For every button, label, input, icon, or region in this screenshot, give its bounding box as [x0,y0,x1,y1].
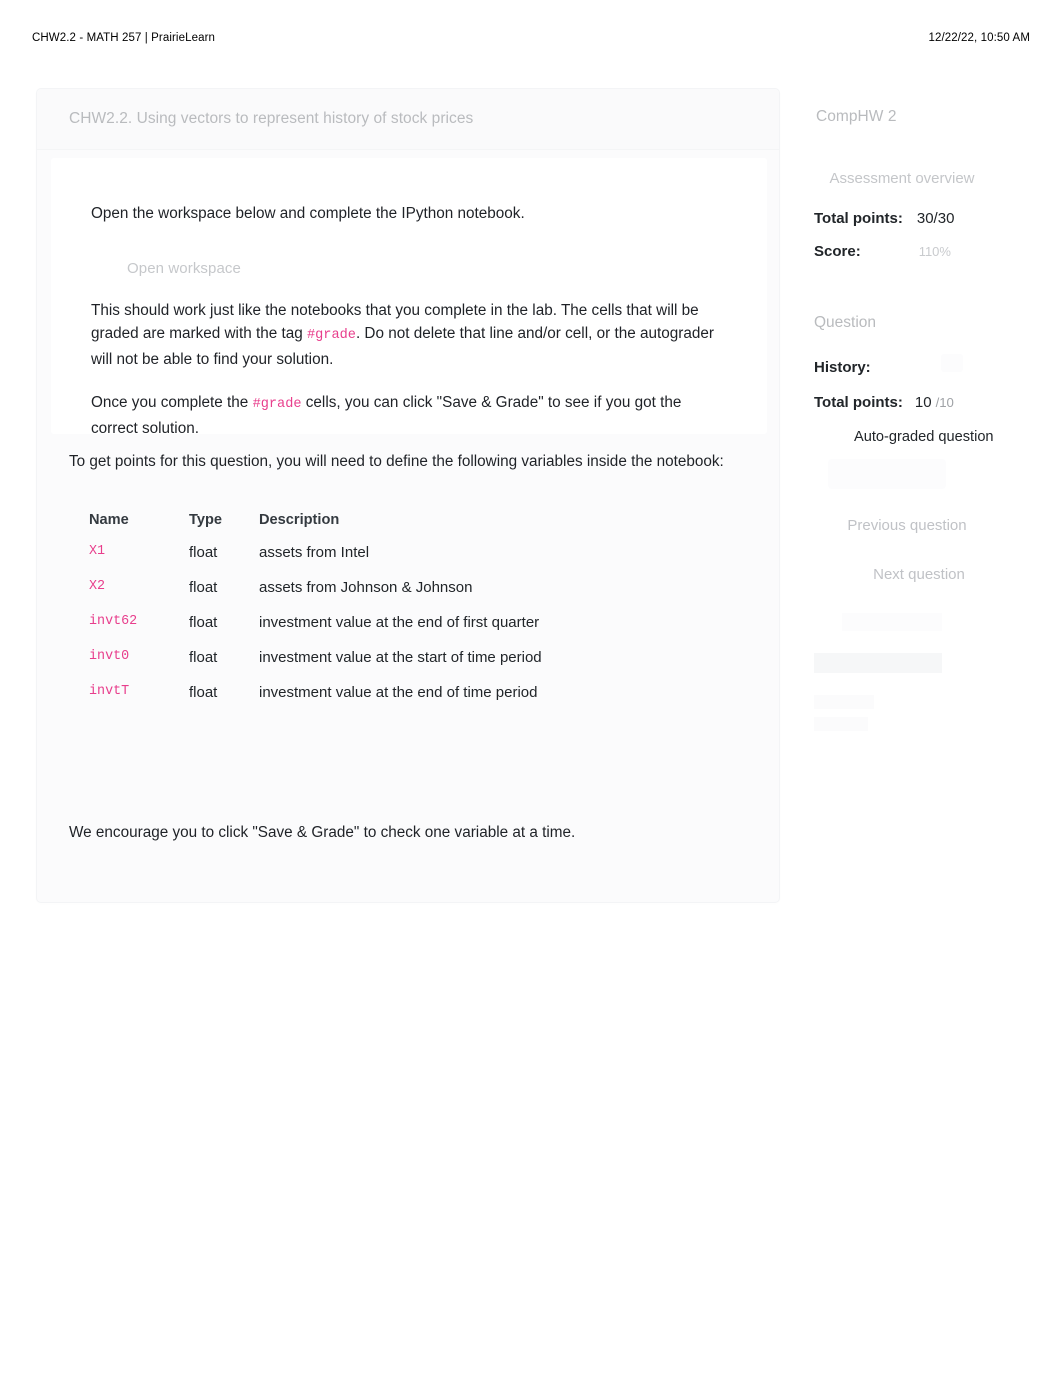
auto-graded-label: Auto-graded question [854,429,994,445]
table-row: invtT float investment value at the end … [89,684,542,719]
table-header-row: Name Type Description [89,512,542,544]
assessment-score-row: Score: 110% [800,243,1046,260]
history-badge-placeholder [940,354,963,372]
variable-name: invt0 [89,649,130,664]
intro-paragraph: Open the workspace below and complete th… [91,205,525,222]
variables-intro-paragraph: To get points for this question, you wil… [69,453,724,470]
grade-tag-paragraph: This should work just like the notebooks… [91,299,727,372]
save-grade-paragraph-part1: Once you complete the [91,394,253,411]
sidebar-placeholder-3 [814,695,874,709]
sidebar-placeholder-2 [814,653,942,673]
assessment-total-points-label: Total points: [814,210,903,227]
variable-type: float [189,684,218,701]
assessment-title: CompHW 2 [816,108,897,125]
save-grade-paragraph: Once you complete the #grade cells, you … [91,391,727,440]
assessment-score-label: Score: [814,243,861,260]
question-total-points-label: Total points: [814,394,903,411]
column-header-name: Name [89,512,129,528]
open-workspace-button[interactable]: Open workspace [127,260,241,277]
question-total-points-value: 10 [914,394,932,411]
assessment-total-points-value: 30/30 [916,210,955,227]
variable-description: investment value at the end of first qua… [259,614,540,631]
sidebar: CompHW 2 Assessment overview Total point… [800,88,1046,731]
question-history-label: History: [814,359,871,376]
grade-tag-code: #grade [306,328,356,343]
print-timestamp: 12/22/22, 10:50 AM [928,32,1030,44]
assessment-overview-link[interactable]: Assessment overview [800,168,1004,190]
variable-type: float [189,579,218,596]
question-total-points-max: /10 [935,395,954,410]
sidebar-placeholder-1 [842,613,942,631]
variable-name: invt62 [89,614,138,629]
variable-type: float [189,649,218,666]
question-history-row: History: [800,354,1046,376]
question-title: CHW2.2. Using vectors to represent histo… [69,110,474,127]
question-total-points-row: Total points: 10 /10 [800,394,1046,411]
variable-description: investment value at the end of time peri… [259,684,538,701]
document-title: CHW2.2 - MATH 257 | PrairieLearn [32,32,215,44]
grade-tag-code-2: #grade [252,397,302,412]
table-row: invt62 float investment value at the end… [89,614,542,649]
variable-type: float [189,544,218,561]
question-intro-panel: Open the workspace below and complete th… [51,158,767,437]
column-header-type: Type [189,512,222,528]
variable-description: investment value at the start of time pe… [259,649,542,666]
previous-question-link[interactable]: Previous question [800,517,1014,534]
next-question-link[interactable]: Next question [800,566,1014,583]
closing-note: We encourage you to click "Save & Grade"… [69,824,576,842]
variable-name: X1 [89,544,106,559]
question-card: CHW2.2. Using vectors to represent histo… [36,88,780,903]
table-row: X1 float assets from Intel [89,544,542,579]
assessment-total-points-row: Total points: 30/30 [800,210,1046,227]
variable-description: assets from Intel [259,544,370,561]
variables-intro-block: To get points for this question, you wil… [69,450,769,474]
question-card-header: CHW2.2. Using vectors to represent histo… [37,89,779,150]
table-row: invt0 float investment value at the star… [89,649,542,684]
sidebar-placeholder-4 [814,717,868,731]
variable-name: invtT [89,684,130,699]
table-row: X2 float assets from Johnson & Johnson [89,579,542,614]
print-header: CHW2.2 - MATH 257 | PrairieLearn 12/22/2… [0,28,1062,48]
variables-table: Name Type Description X1 float assets fr… [89,512,542,719]
question-badge-placeholder [828,459,946,489]
variable-name: X2 [89,579,106,594]
variable-type: float [189,614,218,631]
variable-description: assets from Johnson & Johnson [259,579,473,596]
column-header-description: Description [259,512,340,528]
question-section-title: Question [814,314,877,331]
assessment-score-badge: 110% [918,244,951,259]
